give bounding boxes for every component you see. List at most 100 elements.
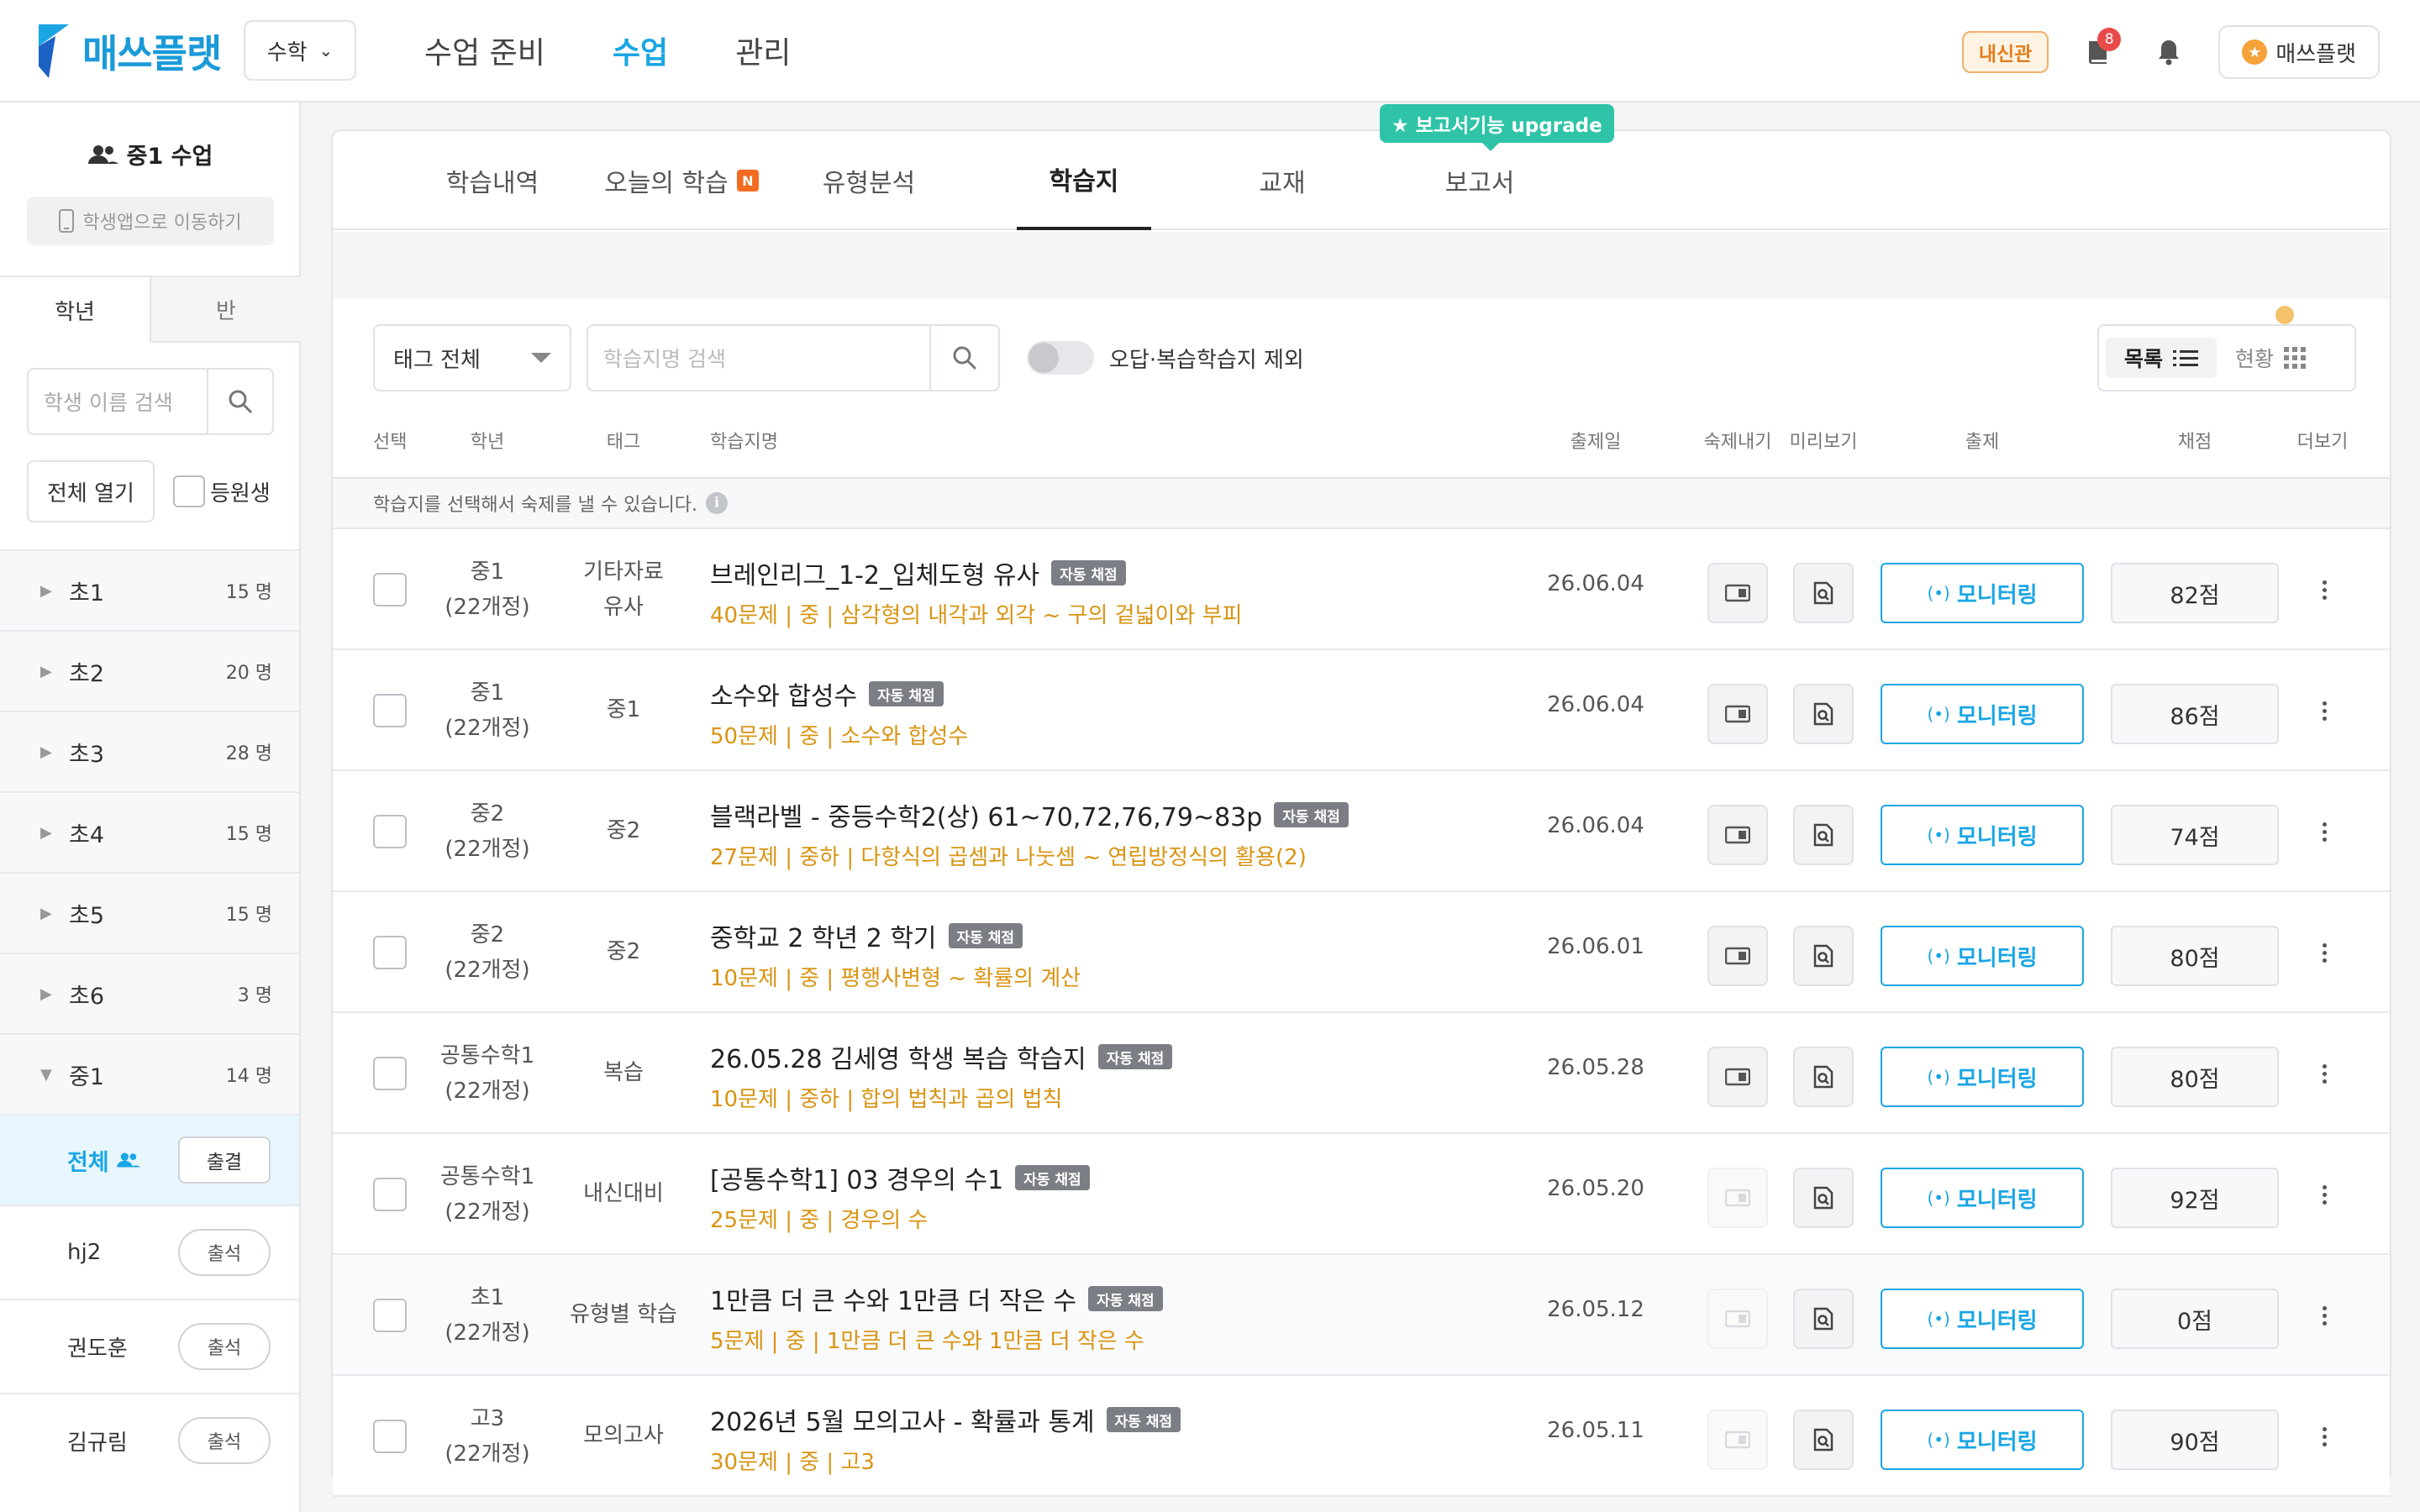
student-search-button[interactable] xyxy=(207,370,272,433)
worksheet-search-button[interactable] xyxy=(929,326,998,390)
tab-type-analysis[interactable]: 유형분석 xyxy=(793,131,944,230)
homework-button[interactable] xyxy=(1707,1410,1768,1470)
row-checkbox[interactable] xyxy=(373,815,407,848)
grade-item[interactable]: ▶ 초5 15 명 xyxy=(0,872,299,953)
upgrade-tooltip[interactable]: ★ 보고서기능 upgrade xyxy=(1380,104,1614,151)
table-row[interactable]: 고3 (22개정) 모의고사 2026년 5월 모의고사 - 확률과 통계 자동 채점 3… xyxy=(333,1376,2390,1497)
score-button[interactable]: 90점 xyxy=(2111,1410,2279,1470)
naesin-button[interactable]: 내신관 xyxy=(1961,31,2049,73)
table-row[interactable]: 초1 (22개정) 유형별 학습 1만큼 더 큰 수와 1만큼 더 작은 수 자동 채점… xyxy=(333,1255,2390,1376)
monitoring-button[interactable]: (•) 모니터링 xyxy=(1881,1168,2084,1228)
row-checkbox[interactable] xyxy=(373,1420,407,1453)
worksheet-title[interactable]: 중학교 2 학년 2 학기 자동 채점 xyxy=(710,917,1023,954)
tab-textbook[interactable]: 교재 xyxy=(1215,131,1349,230)
tab-worksheet[interactable]: 학습지 xyxy=(1017,131,1151,230)
row-checkbox[interactable] xyxy=(373,1178,407,1211)
student-item[interactable]: 권도훈 출석 xyxy=(0,1299,299,1393)
enrolled-checkbox[interactable]: 등원생 xyxy=(173,475,271,507)
score-button[interactable]: 82점 xyxy=(2111,563,2279,623)
more-vertical-icon[interactable] xyxy=(2316,936,2333,969)
all-students-row[interactable]: 전체 출결 xyxy=(0,1114,299,1205)
more-vertical-icon[interactable] xyxy=(2316,573,2333,606)
worksheet-title[interactable]: 26.05.28 김세영 학생 복습 학습지 자동 채점 xyxy=(710,1038,1173,1075)
more-vertical-icon[interactable] xyxy=(2316,1420,2333,1453)
row-checkbox[interactable] xyxy=(373,1299,407,1332)
homework-button[interactable] xyxy=(1707,1289,1768,1349)
table-row[interactable]: 공통수학1 (22개정) 내신대비 [공통수학1] 03 경우의 수1 자동 채점 25문… xyxy=(333,1134,2390,1255)
table-row[interactable]: 중2 (22개정) 중2 중학교 2 학년 2 학기 자동 채점 10문제 | 중 | 평… xyxy=(333,892,2390,1013)
worksheet-title[interactable]: 2026년 5월 모의고사 - 확률과 통계 자동 채점 xyxy=(710,1401,1181,1438)
table-row[interactable]: 공통수학1 (22개정) 복습 26.05.28 김세영 학생 복습 학습지 자동 채점… xyxy=(333,1013,2390,1134)
preview-button[interactable] xyxy=(1793,1410,1854,1470)
grade-item-expanded[interactable]: ▼ 중1 14 명 xyxy=(0,1033,299,1114)
row-checkbox[interactable] xyxy=(373,573,407,606)
monitoring-button[interactable]: (•) 모니터링 xyxy=(1881,1289,2084,1349)
student-item[interactable]: 김규림 출석 xyxy=(0,1393,299,1487)
preview-button[interactable] xyxy=(1793,1168,1854,1228)
tab-today[interactable]: 오늘의 학습 N xyxy=(585,131,778,230)
monitoring-button[interactable]: (•) 모니터링 xyxy=(1881,684,2084,744)
attendance-button[interactable]: 출결 xyxy=(178,1137,271,1184)
check-in-button[interactable]: 출석 xyxy=(178,1323,271,1370)
score-button[interactable]: 74점 xyxy=(2111,805,2279,865)
worksheet-title[interactable]: 소수와 합성수 자동 채점 xyxy=(710,675,944,712)
homework-button[interactable] xyxy=(1707,805,1768,865)
worksheet-title[interactable]: 1만큼 더 큰 수와 1만큼 더 작은 수 자동 채점 xyxy=(710,1280,1163,1317)
score-button[interactable]: 86점 xyxy=(2111,684,2279,744)
grade-item[interactable]: ▶ 초6 3 명 xyxy=(0,953,299,1033)
nav-class[interactable]: 수업 xyxy=(613,29,668,72)
info-icon[interactable]: i xyxy=(706,492,729,514)
row-checkbox[interactable] xyxy=(373,1057,407,1090)
grade-item[interactable]: ▶ 초2 20 명 xyxy=(0,630,299,711)
worksheet-search-input[interactable]: 학습지명 검색 xyxy=(588,326,929,390)
preview-button[interactable] xyxy=(1793,1047,1854,1107)
tag-filter-select[interactable]: 태그 전체 xyxy=(373,324,571,391)
subject-select[interactable]: 수학 ⌄ xyxy=(244,20,356,81)
monitoring-button[interactable]: (•) 모니터링 xyxy=(1881,926,2084,986)
homework-button[interactable] xyxy=(1707,563,1768,623)
brand-logo[interactable]: 매쓰플랫 xyxy=(37,24,222,79)
row-checkbox[interactable] xyxy=(373,694,407,727)
preview-button[interactable] xyxy=(1793,926,1854,986)
table-row[interactable]: 중1 (22개정) 기타자료 유사 브레인리그_1-2_입체도형 유사 자동 채점 40문제… xyxy=(333,529,2390,650)
tab-report[interactable]: 보고서 xyxy=(1408,131,1551,230)
student-search-input[interactable]: 학생 이름 검색 xyxy=(29,370,207,433)
grade-item[interactable]: ▶ 초1 15 명 xyxy=(0,549,299,630)
table-row[interactable]: 중2 (22개정) 중2 블랙라벨 - 중등수학2(상) 61~70,72,76,79… xyxy=(333,771,2390,892)
preview-button[interactable] xyxy=(1793,805,1854,865)
worksheet-title[interactable]: 브레인리그_1-2_입체도형 유사 자동 채점 xyxy=(710,554,1126,591)
more-vertical-icon[interactable] xyxy=(2316,694,2333,727)
bell-button[interactable] xyxy=(2148,31,2190,73)
student-item[interactable]: hj2 출석 xyxy=(0,1205,299,1299)
exclude-review-toggle[interactable] xyxy=(1027,341,1094,375)
open-all-button[interactable]: 전체 열기 xyxy=(27,460,155,522)
homework-button[interactable] xyxy=(1707,926,1768,986)
score-button[interactable]: 0점 xyxy=(2111,1289,2279,1349)
preview-button[interactable] xyxy=(1793,563,1854,623)
monitoring-button[interactable]: (•) 모니터링 xyxy=(1881,1047,2084,1107)
homework-button[interactable] xyxy=(1707,1047,1768,1107)
monitoring-button[interactable]: (•) 모니터링 xyxy=(1881,1410,2084,1470)
more-vertical-icon[interactable] xyxy=(2316,815,2333,848)
view-status-button[interactable]: 현황 xyxy=(2217,338,2324,378)
grade-item[interactable]: ▶ 초3 28 명 xyxy=(0,711,299,791)
monitoring-button[interactable]: (•) 모니터링 xyxy=(1881,805,2084,865)
worksheet-title[interactable]: [공통수학1] 03 경우의 수1 자동 채점 xyxy=(710,1159,1090,1196)
check-in-button[interactable]: 출석 xyxy=(178,1229,271,1276)
tab-grade[interactable]: 학년 xyxy=(0,277,150,343)
worksheet-title[interactable]: 블랙라벨 - 중등수학2(상) 61~70,72,76,79~83p 자동 채점 xyxy=(710,796,1349,833)
score-button[interactable]: 80점 xyxy=(2111,1047,2279,1107)
preview-button[interactable] xyxy=(1793,1289,1854,1349)
score-button[interactable]: 92점 xyxy=(2111,1168,2279,1228)
homework-button[interactable] xyxy=(1707,684,1768,744)
book-notice-button[interactable]: 8 xyxy=(2077,28,2122,73)
more-vertical-icon[interactable] xyxy=(2316,1178,2333,1211)
monitoring-button[interactable]: (•) 모니터링 xyxy=(1881,563,2084,623)
profile-button[interactable]: ★ 매쓰플랫 xyxy=(2218,25,2380,79)
view-list-button[interactable]: 목록 xyxy=(2106,338,2217,378)
enrolled-checkbox-box[interactable] xyxy=(173,475,205,507)
more-vertical-icon[interactable] xyxy=(2316,1299,2333,1332)
more-vertical-icon[interactable] xyxy=(2316,1057,2333,1090)
table-row[interactable]: 중1 (22개정) 중1 소수와 합성수 자동 채점 50문제 | 중 | 소수와 합성수… xyxy=(333,650,2390,771)
preview-button[interactable] xyxy=(1793,684,1854,744)
